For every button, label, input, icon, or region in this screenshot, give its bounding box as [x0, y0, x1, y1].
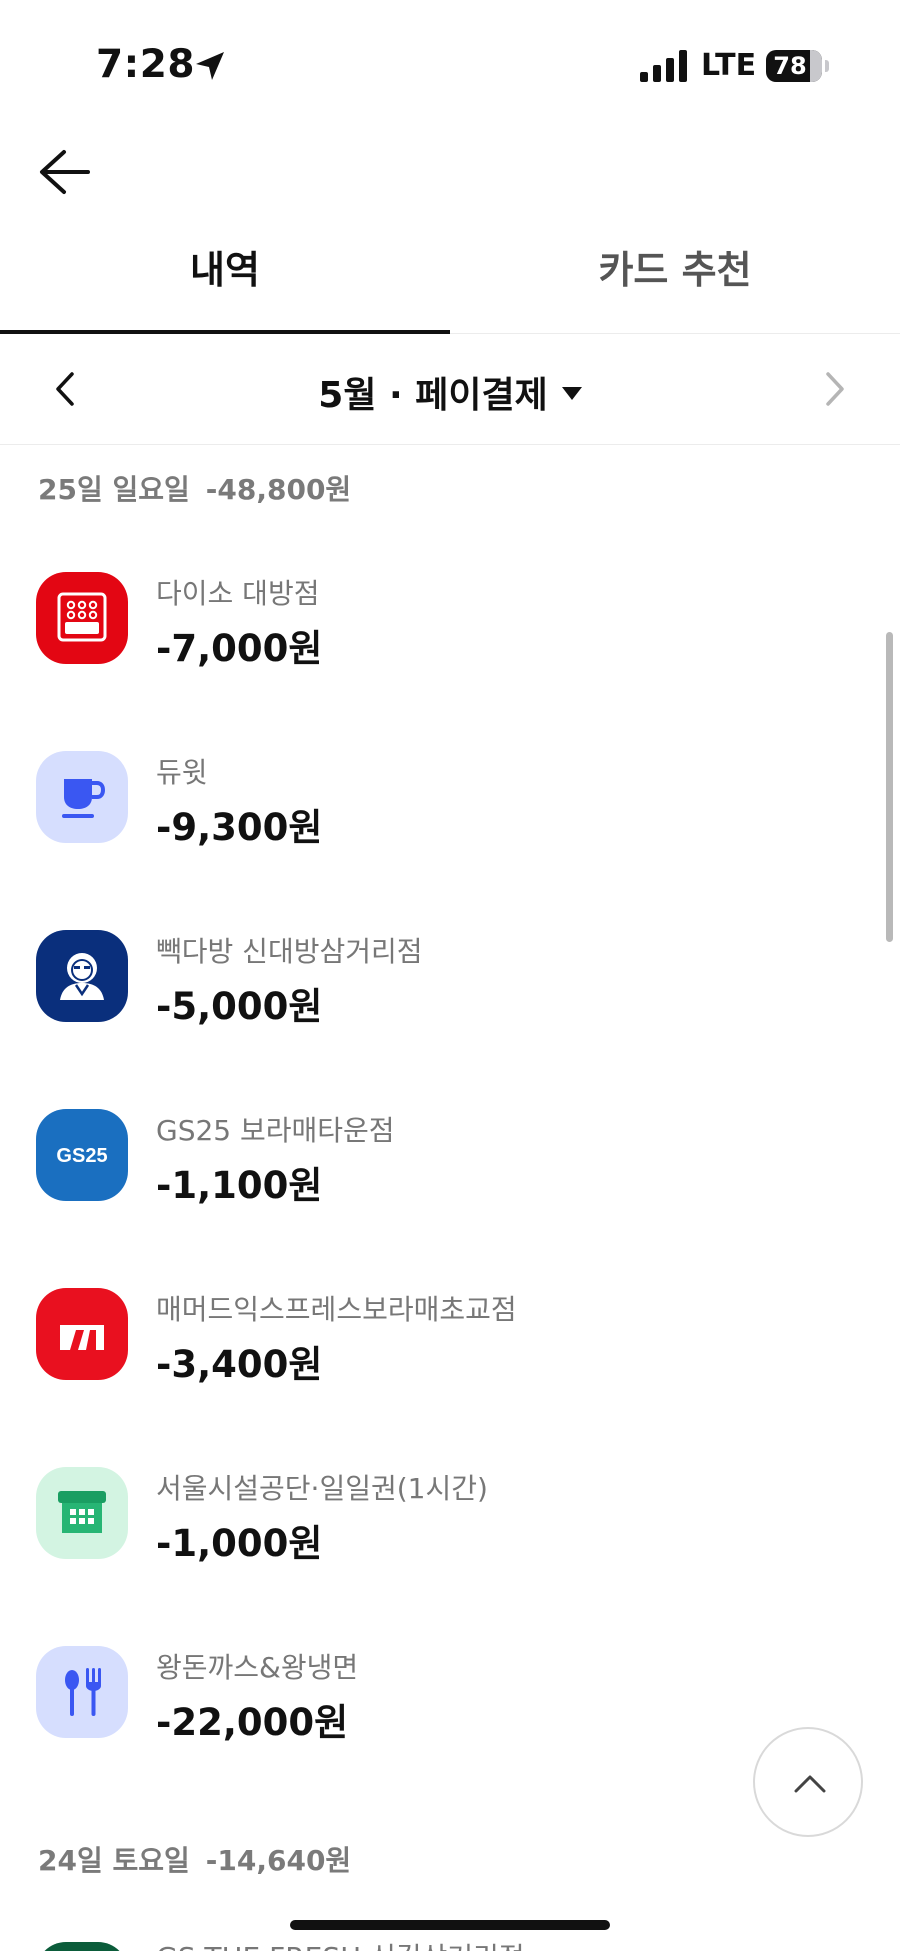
day-date: 24일 토요일	[38, 1844, 190, 1877]
transaction-item[interactable]: 매머드익스프레스보라매초교점 -3,400원	[0, 1288, 900, 1418]
transaction-amount: -5,000원	[156, 985, 323, 1028]
merchant-name: 빽다방 신대방삼거리점	[156, 935, 423, 968]
day-date: 25일 일요일	[38, 473, 190, 506]
spoon-fork-icon	[36, 1646, 128, 1738]
tab-history[interactable]: 내역	[0, 240, 450, 334]
month-filter-dropdown[interactable]: 5월 · 페이결제	[0, 366, 900, 418]
status-bar: 7:28 LTE 78	[0, 0, 900, 130]
transaction-item[interactable]: GS25 GS25 보라매타운점 -1,100원	[0, 1109, 900, 1239]
merchant-name: 매머드익스프레스보라매초교점	[156, 1293, 517, 1326]
store-icon	[36, 1467, 128, 1559]
transaction-amount: -9,300원	[156, 806, 323, 849]
chevron-right-icon	[826, 372, 844, 406]
paikdabang-logo-icon	[36, 930, 128, 1022]
scroll-to-top-button[interactable]	[753, 1727, 863, 1837]
tab-bar: 내역 카드 추천	[0, 240, 900, 334]
merchant-name: 왕돈까스&왕냉면	[156, 1651, 359, 1684]
network-type: LTE	[701, 48, 757, 83]
merchant-name: 듀윗	[156, 756, 208, 789]
daiso-logo-icon	[36, 572, 128, 664]
home-indicator	[290, 1920, 610, 1930]
tab-card-recommend[interactable]: 카드 추천	[450, 240, 900, 334]
merchant-name: GS THE FRESH 신길삼거리점	[156, 1936, 525, 1951]
month-title: 5월 · 페이결제	[318, 375, 548, 416]
coffee-cup-icon	[36, 751, 128, 843]
scrollbar[interactable]	[886, 632, 893, 942]
location-arrow-icon	[196, 52, 224, 80]
cellular-signal-icon	[640, 50, 687, 82]
battery-icon: 78	[766, 50, 822, 82]
day-header: 25일 일요일 -48,800원	[38, 468, 351, 508]
merchant-name: GS25 보라매타운점	[156, 1114, 395, 1147]
merchant-name: 다이소 대방점	[156, 577, 320, 610]
status-time: 7:28	[96, 42, 196, 87]
day-total: -48,800원	[205, 473, 352, 506]
day-total: -14,640원	[205, 1844, 352, 1877]
transaction-amount: -7,000원	[156, 627, 323, 670]
battery-level: 78	[773, 52, 807, 80]
transaction-amount: -22,000원	[156, 1701, 349, 1744]
transaction-item[interactable]: 빽다방 신대방삼거리점 -5,000원	[0, 930, 900, 1060]
next-month-button[interactable]	[810, 364, 860, 414]
merchant-name: 서울시설공단·일일권(1시간)	[156, 1472, 488, 1505]
caret-down-icon	[561, 386, 582, 400]
transaction-item[interactable]: GS THE FRESH 신길삼거리점	[0, 1936, 900, 1951]
battery-tip	[825, 60, 829, 72]
gs25-logo-text: GS25	[56, 1145, 107, 1167]
day-header: 24일 토요일 -14,640원	[38, 1839, 351, 1879]
arrow-left-icon	[40, 150, 90, 194]
transaction-amount: -3,400원	[156, 1343, 323, 1386]
gs25-logo-icon: GS25	[36, 1109, 128, 1201]
transaction-amount: -1,000원	[156, 1522, 323, 1565]
transaction-item[interactable]: 서울시설공단·일일권(1시간) -1,000원	[0, 1467, 900, 1597]
transaction-item[interactable]: 듀윗 -9,300원	[0, 751, 900, 881]
mammoth-logo-icon	[36, 1288, 128, 1380]
transaction-item[interactable]: 다이소 대방점 -7,000원	[0, 572, 900, 702]
back-button[interactable]	[30, 140, 100, 204]
month-navigator: 5월 · 페이결제	[0, 334, 900, 445]
gs-the-fresh-logo-icon	[36, 1942, 128, 1951]
chevron-up-icon	[794, 1775, 826, 1793]
transaction-amount: -1,100원	[156, 1164, 323, 1207]
